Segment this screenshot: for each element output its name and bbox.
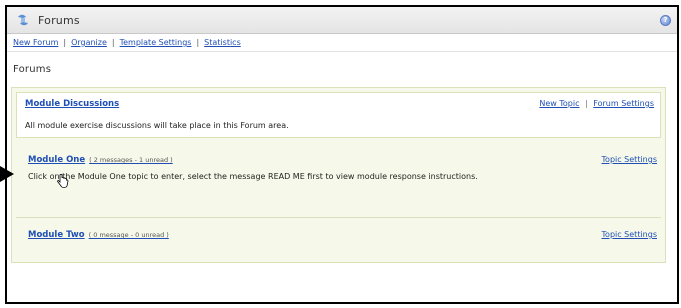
statistics-link[interactable]: Statistics <box>204 38 241 47</box>
help-icon[interactable]: ? <box>660 15 671 26</box>
new-forum-link[interactable]: New Forum <box>13 38 58 47</box>
tool-titlebar: Forums ? <box>7 7 677 34</box>
tools-icon <box>16 13 30 27</box>
topic-row: Module One ( 2 messages - 1 unread ) Topi… <box>16 150 661 218</box>
template-settings-link[interactable]: Template Settings <box>120 38 192 47</box>
menu-separator: | <box>111 38 115 47</box>
tool-menu: New Forum | Organize | Template Settings… <box>7 34 677 52</box>
topic-title-link[interactable]: Module Two( 0 message - 0 unread ) <box>28 230 169 240</box>
forum-header-box: Module Discussions New Topic | Forum Set… <box>16 92 661 138</box>
callout-arrow-icon <box>0 166 14 182</box>
menu-separator: | <box>196 38 200 47</box>
new-topic-link[interactable]: New Topic <box>539 99 579 108</box>
forum-title-link[interactable]: Module Discussions <box>25 99 119 109</box>
tool-title: Forums <box>38 13 80 27</box>
page-title: Forums <box>13 64 52 75</box>
topic-message-count: ( 2 messages - 1 unread ) <box>89 156 173 164</box>
topic-title-link[interactable]: Module One ( 2 messages - 1 unread ) <box>28 155 173 165</box>
topic-title-text[interactable]: Module One <box>28 155 85 165</box>
menu-separator: | <box>63 38 67 47</box>
topic-message-count: ( 0 message - 0 unread ) <box>88 231 169 239</box>
topic-settings-link[interactable]: Topic Settings <box>602 230 657 239</box>
hand-cursor-icon <box>57 174 69 188</box>
forum-description: All module exercise discussions will tak… <box>25 121 289 130</box>
organize-link[interactable]: Organize <box>71 38 107 47</box>
forum-settings-link[interactable]: Forum Settings <box>593 99 654 108</box>
forum-actions: New Topic | Forum Settings <box>539 99 654 108</box>
topic-title-text[interactable]: Module Two <box>28 230 85 240</box>
forum-container: Module Discussions New Topic | Forum Set… <box>11 87 666 263</box>
action-separator: | <box>585 99 588 108</box>
topic-row: Module Two( 0 message - 0 unread ) Topic… <box>16 218 661 258</box>
topic-settings-link[interactable]: Topic Settings <box>602 155 657 164</box>
topic-description: Click on the Module One topic to enter, … <box>28 172 478 181</box>
